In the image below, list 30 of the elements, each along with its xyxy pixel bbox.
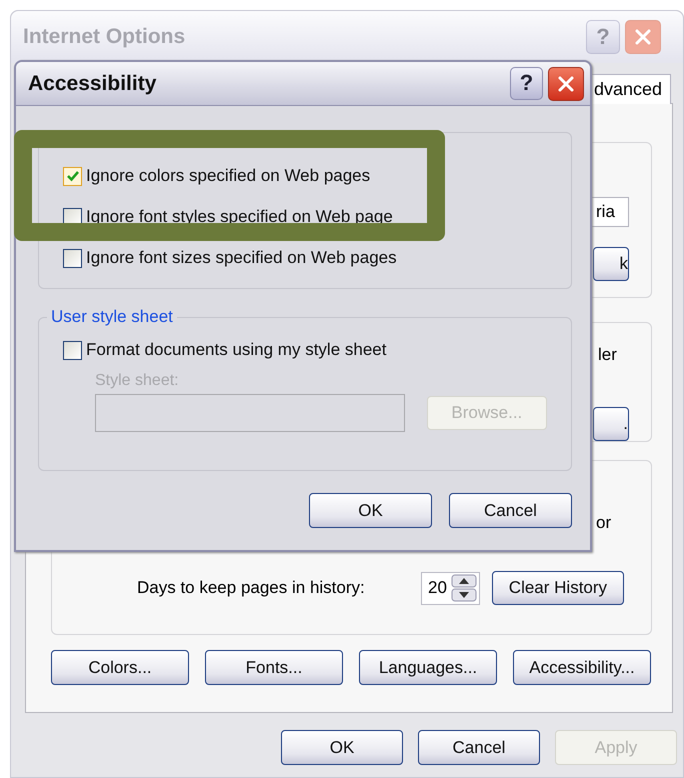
checkbox[interactable] <box>63 340 82 360</box>
group-legend: User style sheet <box>47 307 177 327</box>
help-button[interactable]: ? <box>510 66 543 100</box>
text-field[interactable]: ria <box>591 197 629 227</box>
checkbox-label: Format documents using my style sheet <box>86 340 386 360</box>
button[interactable]: Fonts... <box>205 650 343 685</box>
number-field[interactable]: 20 <box>421 572 480 604</box>
checkbox-label: Ignore colors specified on Web pages <box>86 166 370 186</box>
button[interactable]: Accessibility... <box>513 650 651 685</box>
button[interactable]: . <box>593 407 629 441</box>
button[interactable]: Colors... <box>51 650 189 685</box>
close-icon[interactable] <box>556 74 576 94</box>
label: ler <box>598 345 617 365</box>
label: or <box>596 513 612 533</box>
checkbox[interactable] <box>63 248 82 268</box>
spinner-arrows-icon[interactable] <box>450 574 477 602</box>
checkbox[interactable] <box>63 166 82 186</box>
button[interactable]: Languages... <box>359 650 497 685</box>
button[interactable]: Clear History <box>492 571 624 605</box>
button[interactable]: Cancel <box>449 493 572 528</box>
close-button[interactable] <box>548 66 584 100</box>
window-title: Internet Options <box>23 25 186 49</box>
checkbox-label: Ignore font sizes specified on Web pages <box>86 248 397 268</box>
button[interactable]: k <box>593 247 629 281</box>
button[interactable]: OK <box>281 730 403 765</box>
window-title: Accessibility <box>28 72 156 96</box>
button[interactable]: OK <box>309 493 432 528</box>
checkmark-icon <box>66 169 80 183</box>
label: Days to keep pages in history: <box>137 578 366 598</box>
button[interactable]: Cancel <box>418 730 540 765</box>
